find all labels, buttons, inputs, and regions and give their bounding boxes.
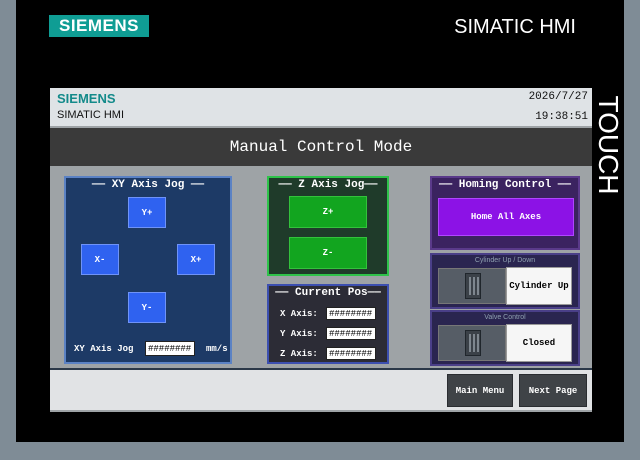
page-title: Manual Control Mode (50, 128, 592, 166)
z-jog-panel: —— Z Axis Jog—— Z+ Z- (267, 176, 389, 276)
xy-jog-panel: —— XY Axis Jog —— Y+ X- X+ Y- XY Axis Jo… (64, 176, 232, 364)
current-pos-panel: —— Current Pos—— X Axis: ######## Y Axis… (267, 284, 389, 364)
z-axis-value: ######## (326, 347, 376, 360)
valve-state: Closed (506, 324, 572, 362)
cylinder-title: Cylinder Up / Down (474, 257, 536, 264)
main-menu-button[interactable]: Main Menu (447, 374, 513, 407)
z-axis-label: Z Axis: (280, 349, 318, 359)
valve-title: Valve Control (484, 314, 526, 321)
xy-speed-unit: mm/s (206, 344, 228, 354)
bottom-nav-bar: Main Menu Next Page (50, 368, 592, 410)
valve-toggle-switch[interactable] (438, 325, 506, 361)
homing-control-panel: —— Homing Control —— Home All Axes (430, 176, 580, 250)
xy-speed-label: XY Axis Jog (74, 344, 134, 354)
valve-panel: Valve Control Closed (430, 310, 580, 366)
hmi-screen: SIEMENS SIMATIC HMI 2026/7/27 19:38:51 M… (50, 88, 592, 412)
y-minus-button[interactable]: Y- (128, 292, 166, 323)
homing-control-title: —— Homing Control —— (438, 179, 572, 191)
bezel-siemens-logo: SIEMENS (49, 15, 149, 37)
next-page-button[interactable]: Next Page (519, 374, 587, 407)
screen-model-label: SIMATIC HMI (57, 109, 125, 121)
screen-siemens-logo: SIEMENS (57, 91, 116, 106)
xy-speed-input[interactable]: ######## (145, 341, 195, 356)
screen-header: SIEMENS SIMATIC HMI 2026/7/27 19:38:51 (50, 88, 592, 126)
z-minus-button[interactable]: Z- (289, 237, 367, 269)
date-display: 2026/7/27 (528, 91, 588, 103)
x-minus-button[interactable]: X- (81, 244, 119, 275)
valve-toggle-knob[interactable] (465, 330, 481, 356)
cylinder-panel: Cylinder Up / Down Cylinder Up (430, 253, 580, 309)
y-axis-value: ######## (326, 327, 376, 340)
cylinder-toggle-switch[interactable] (438, 268, 506, 304)
touch-text: TOUCH (593, 95, 624, 195)
time-display: 19:38:51 (535, 111, 588, 123)
x-axis-label: X Axis: (280, 309, 318, 319)
cylinder-state: Cylinder Up (506, 267, 572, 305)
x-axis-value: ######## (326, 307, 376, 320)
home-all-axes-button[interactable]: Home All Axes (438, 198, 574, 236)
x-plus-button[interactable]: X+ (177, 244, 215, 275)
bezel-model-label: SIMATIC HMI (454, 16, 576, 38)
touch-side-label: TOUCH (588, 90, 628, 200)
xy-jog-title: —— XY Axis Jog —— (91, 179, 205, 191)
y-plus-button[interactable]: Y+ (128, 197, 166, 228)
cylinder-toggle-knob[interactable] (465, 273, 481, 299)
current-pos-title: —— Current Pos—— (275, 287, 381, 299)
y-axis-label: Y Axis: (280, 329, 318, 339)
z-jog-title: —— Z Axis Jog—— (278, 179, 378, 191)
z-plus-button[interactable]: Z+ (289, 196, 367, 228)
